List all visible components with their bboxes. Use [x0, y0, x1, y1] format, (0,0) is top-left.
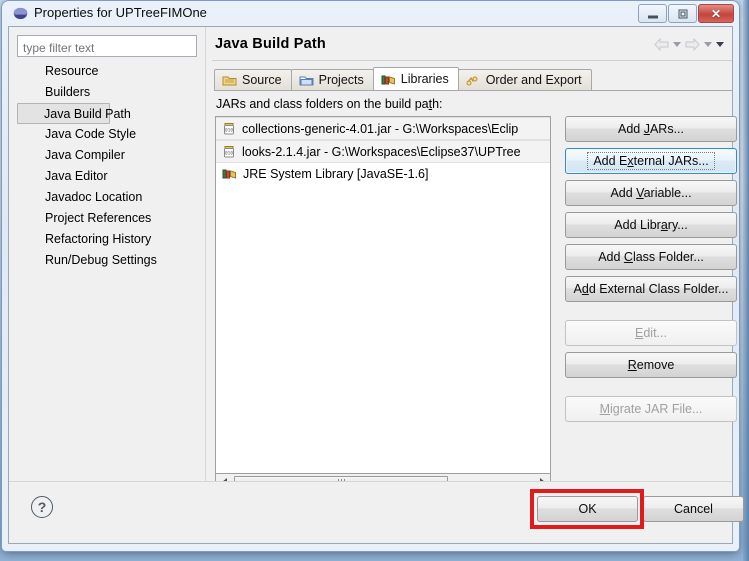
library-books-icon [222, 167, 237, 180]
sidebar-item-label: Builders [45, 85, 90, 99]
navigation-controls[interactable] [654, 36, 724, 52]
panel-divider [205, 27, 206, 543]
add-library-button[interactable]: Add Library... [565, 212, 737, 238]
dialog-body: Resource Builders Java Build Path Java C… [8, 26, 733, 544]
sidebar-item-javadoc-location[interactable]: Javadoc Location [17, 187, 197, 208]
tab-label: Order and Export [486, 73, 582, 87]
source-folder-icon [222, 74, 237, 87]
forward-arrow-icon[interactable] [685, 38, 700, 51]
sidebar-item-label: Java Editor [45, 169, 108, 183]
help-icon[interactable]: ? [31, 496, 53, 518]
view-menu-chevron-down-icon[interactable] [716, 42, 724, 47]
tab-source[interactable]: Source [214, 69, 292, 90]
tab-order-and-export[interactable]: Order and Export [458, 69, 592, 90]
sidebar-item-label: Resource [45, 64, 99, 78]
sidebar-item-java-build-path[interactable]: Java Build Path [17, 103, 110, 124]
list-label: JARs and class folders on the build path… [216, 97, 443, 111]
button-label: Cancel [674, 502, 713, 516]
add-external-class-folder-button[interactable]: Add External Class Folder... [565, 276, 737, 302]
sidebar-item-builders[interactable]: Builders [17, 82, 197, 103]
tab-libraries[interactable]: Libraries [373, 67, 459, 90]
close-icon: ✕ [711, 8, 721, 20]
build-path-actions: Add JARs... Add External JARs... Add Var… [565, 116, 737, 428]
sidebar-item-java-code-style[interactable]: Java Code Style [17, 124, 197, 145]
tab-bar[interactable]: Source Projects Libraries Order and Expo… [214, 68, 591, 90]
tab-label: Projects [319, 73, 364, 87]
close-button[interactable]: ✕ [698, 4, 734, 23]
ok-button[interactable]: OK [537, 496, 638, 522]
edit-button[interactable]: Edit... [565, 320, 737, 346]
list-item-label: JRE System Library [JavaSE-1.6] [243, 167, 428, 181]
tab-label: Libraries [401, 72, 449, 86]
settings-tree[interactable]: Resource Builders Java Build Path Java C… [17, 61, 197, 508]
sidebar-item-resource[interactable]: Resource [17, 61, 197, 82]
search-input[interactable] [17, 35, 197, 57]
sidebar-item-label: Run/Debug Settings [45, 253, 157, 267]
list-item[interactable]: 010 looks-2.1.4.jar - G:\Workspaces\Ecli… [216, 140, 550, 163]
sidebar-item-java-compiler[interactable]: Java Compiler [17, 145, 197, 166]
page-title: Java Build Path [215, 36, 326, 52]
back-arrow-icon[interactable] [654, 38, 669, 51]
migrate-jar-file-button[interactable]: Migrate JAR File... [565, 396, 737, 422]
jar-icon: 010 [222, 122, 236, 136]
sidebar-item-label: Project References [45, 211, 151, 225]
button-label: Remove [628, 358, 675, 372]
back-history-chevron-down-icon[interactable] [673, 42, 681, 47]
tab-projects[interactable]: Projects [291, 69, 374, 90]
button-label: Add External Class Folder... [574, 282, 729, 296]
sidebar-item-label: Java Compiler [45, 148, 125, 162]
order-export-icon [466, 74, 481, 87]
properties-dialog: Properties for UPTreeFIMOne ✕ Resource B… [2, 1, 739, 551]
button-label: Add External JARs... [587, 152, 714, 170]
jar-icon: 010 [222, 145, 236, 159]
sidebar-item-project-references[interactable]: Project References [17, 208, 197, 229]
libraries-books-icon [381, 73, 396, 86]
sidebar-item-label: Javadoc Location [45, 190, 142, 204]
sidebar-item-java-editor[interactable]: Java Editor [17, 166, 197, 187]
list-item[interactable]: 010 collections-generic-4.01.jar - G:\Wo… [216, 117, 550, 140]
forward-history-chevron-down-icon[interactable] [704, 42, 712, 47]
list-item[interactable]: JRE System Library [JavaSE-1.6] [216, 163, 550, 184]
add-jars-button[interactable]: Add JARs... [565, 116, 737, 142]
list-item-label: looks-2.1.4.jar - G:\Workspaces\Eclipse3… [242, 145, 521, 159]
title-divider [212, 60, 732, 61]
add-variable-button[interactable]: Add Variable... [565, 180, 737, 206]
add-external-jars-button[interactable]: Add External JARs... [565, 148, 737, 174]
sidebar-item-label: Java Code Style [45, 127, 136, 141]
button-label: Edit... [635, 326, 667, 340]
list-item-label: collections-generic-4.01.jar - G:\Worksp… [242, 122, 518, 136]
dialog-title-bar[interactable]: Properties for UPTreeFIMOne ✕ [2, 1, 739, 26]
svg-text:010: 010 [225, 150, 233, 156]
minimize-button[interactable] [638, 4, 667, 23]
remove-button[interactable]: Remove [565, 352, 737, 378]
eclipse-sphere-icon [13, 6, 28, 21]
button-label: Add JARs... [618, 122, 684, 136]
dialog-footer: ? OK Cancel [9, 481, 732, 543]
background-right-edge [743, 0, 749, 561]
sidebar-item-label: Refactoring History [45, 232, 151, 246]
maximize-button[interactable] [668, 4, 697, 23]
tab-bar-underline [214, 90, 732, 91]
build-path-list[interactable]: 010 collections-generic-4.01.jar - G:\Wo… [215, 116, 551, 474]
button-label: OK [578, 502, 596, 516]
button-label: Add Variable... [610, 186, 691, 200]
button-label: Add Class Folder... [598, 250, 704, 264]
svg-text:010: 010 [225, 127, 233, 133]
projects-folder-icon [299, 74, 314, 87]
sidebar-item-refactoring-history[interactable]: Refactoring History [17, 229, 197, 250]
button-label: Add Library... [614, 218, 687, 232]
sidebar-item-label: Java Build Path [44, 107, 131, 121]
cancel-button[interactable]: Cancel [643, 496, 744, 522]
button-label: Migrate JAR File... [600, 402, 703, 416]
sidebar-item-run-debug-settings[interactable]: Run/Debug Settings [17, 250, 197, 271]
list-label-text: JARs and class folders on the build path… [216, 97, 443, 111]
tab-label: Source [242, 73, 282, 87]
add-class-folder-button[interactable]: Add Class Folder... [565, 244, 737, 270]
dialog-title: Properties for UPTreeFIMOne [34, 5, 207, 20]
